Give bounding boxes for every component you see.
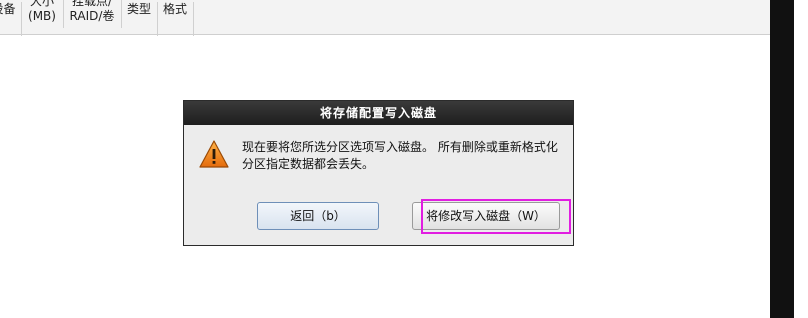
column-size-label-line1: 大小 <box>29 0 54 8</box>
column-header-type[interactable]: 类型 <box>121 2 158 36</box>
write-to-disk-dialog: 将存储配置写入磁盘 现在要将您所选分区选项写入磁盘。 所有删除或重新格式化分区指… <box>183 100 574 246</box>
back-button[interactable]: 返回（b） <box>257 202 379 230</box>
warning-icon <box>199 140 229 168</box>
partition-table-header: 设备 大小 (MB) 挂载点/ RAID/卷 类型 格式 <box>0 0 770 36</box>
screen-border <box>770 0 794 318</box>
column-type-label: 类型 <box>126 2 151 16</box>
column-mount-label-line1: 挂载点/ <box>71 0 113 8</box>
write-changes-button[interactable]: 将修改写入磁盘（W） <box>412 202 560 230</box>
column-mount-label-line2: RAID/卷 <box>69 9 115 23</box>
dialog-title: 将存储配置写入磁盘 <box>184 101 573 125</box>
window-right-edge <box>770 0 808 318</box>
column-header-mount[interactable]: 挂载点/ RAID/卷 <box>63 0 122 28</box>
column-format-label: 格式 <box>162 2 187 16</box>
column-device-label: 设备 <box>0 2 16 16</box>
column-size-label-line2: (MB) <box>28 9 56 23</box>
column-header-device[interactable]: 设备 <box>0 2 22 36</box>
dialog-message: 现在要将您所选分区选项写入磁盘。 所有删除或重新格式化分区指定数据都会丢失。 <box>242 140 558 171</box>
column-header-size[interactable]: 大小 (MB) <box>21 0 64 28</box>
column-header-format[interactable]: 格式 <box>157 2 194 36</box>
